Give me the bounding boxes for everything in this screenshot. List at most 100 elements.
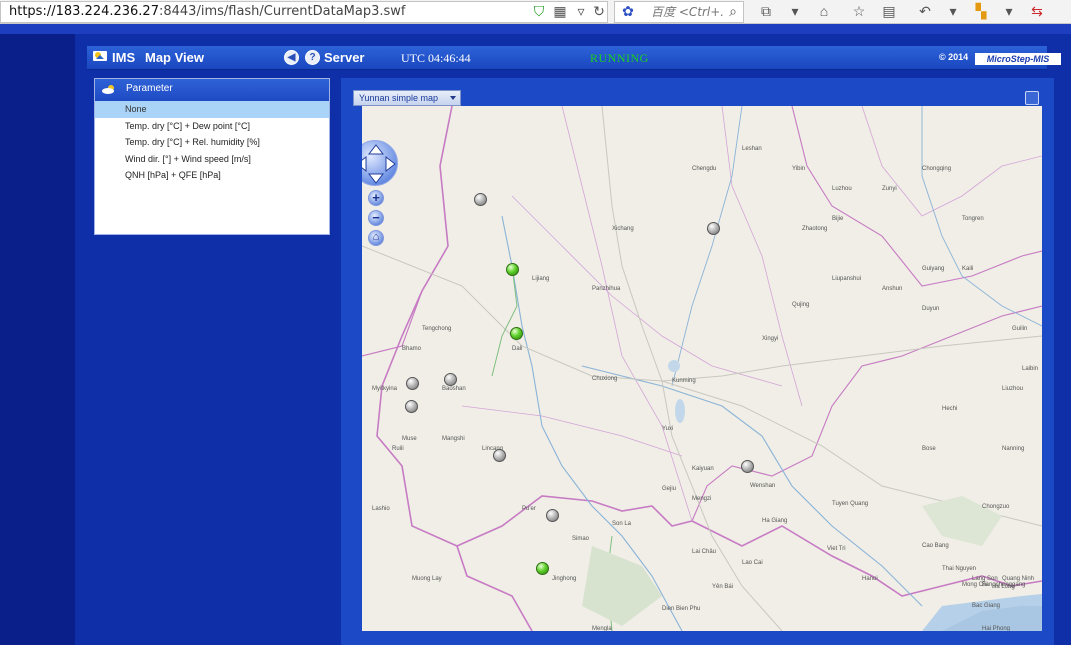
station-marker-grey[interactable] — [444, 373, 457, 386]
map-panel: Yunnan simple map Lai Châu Lao Cai Ha Gi… — [341, 78, 1054, 645]
reload-icon[interactable]: ↻ — [590, 2, 608, 20]
url-path: :8443/ims/flash/CurrentDataMap3.swf — [158, 4, 406, 19]
map-place-label: Nanning — [1002, 446, 1025, 452]
url-bar[interactable]: https://183.224.236.27:8443/ims/flash/Cu… — [0, 1, 608, 23]
browser-content-top — [0, 24, 1071, 34]
map-place-label: Liuzhou — [1002, 386, 1024, 392]
map-place-label: Tongren — [962, 216, 984, 222]
map-place-label: Bose — [922, 446, 936, 452]
map-place-label: Laibin — [1022, 366, 1039, 372]
help-button[interactable]: ? — [305, 50, 320, 65]
map-place-label: Jinghong — [552, 576, 577, 582]
browser-toolbar: https://183.224.236.27:8443/ims/flash/Cu… — [0, 0, 1071, 24]
map-selector[interactable]: Yunnan simple map — [353, 90, 461, 106]
qr-code-icon[interactable]: ▦ — [551, 2, 569, 20]
parameter-option[interactable]: Temp. dry [°C] + Rel. humidity [%] — [95, 134, 329, 151]
map-place-label: Lijiang — [532, 276, 550, 282]
maximize-button[interactable] — [1025, 91, 1039, 105]
back-button[interactable]: ◀ — [284, 50, 299, 65]
map-place-label: Bac Giang — [972, 603, 1001, 609]
map-place-label: Leshan — [742, 146, 762, 152]
station-marker-green[interactable] — [510, 327, 523, 340]
sync-icon[interactable]: ⇆ — [1028, 2, 1046, 20]
parameter-panel: Parameter None Temp. dry [°C] + Dew point… — [94, 78, 330, 235]
station-marker-grey[interactable] — [707, 222, 720, 235]
map-place-label: Tengchong — [422, 326, 452, 332]
copyright: © 2014 — [939, 52, 969, 62]
map-place-label: Hechi — [942, 406, 958, 412]
parameter-option[interactable]: Temp. dry [°C] + Dew point [°C] — [95, 118, 329, 135]
map-place-label: Muong Lay — [412, 576, 442, 582]
parameter-option[interactable]: QNH [hPa] + QFE [hPa] — [95, 167, 329, 184]
station-marker-green[interactable] — [506, 263, 519, 276]
map-place-label: Panzhihua — [592, 286, 621, 292]
reader-icon[interactable]: ▤ — [880, 2, 898, 20]
map-place-label: Baoshan — [442, 386, 466, 392]
station-marker-grey[interactable] — [405, 400, 418, 413]
map-place-label: Hai Phong — [982, 626, 1011, 631]
map-place-label: Kaili — [962, 266, 974, 272]
station-marker-grey[interactable] — [493, 449, 506, 462]
map-place-label: Son La — [612, 521, 632, 527]
map-place-label: Xichang — [612, 226, 634, 232]
map-place-label: Muse — [402, 436, 417, 442]
search-placeholder: 百度 <Ctrl+. — [651, 5, 725, 19]
map-place-label: Mengzi — [692, 496, 712, 502]
map-place-label: Dali — [512, 346, 523, 352]
map-place-label: Pu'er — [522, 506, 536, 512]
baidu-paw-icon[interactable]: ✿ — [619, 2, 637, 20]
parameter-option[interactable]: Wind dir. [°] + Wind speed [m/s] — [95, 151, 329, 168]
app-header: IMS Map View ◀ ? Server UTC 04:46:44 RUN… — [87, 46, 1061, 70]
zoom-out-button[interactable]: − — [368, 210, 384, 226]
extension-icon[interactable]: ▚ — [972, 2, 990, 20]
map-place-label: Hanoi — [862, 576, 878, 582]
screenshot-icon[interactable]: ⧉ — [757, 2, 775, 20]
map-place-label: Fangchenggang — [982, 582, 1026, 588]
menu-arrow-icon-3[interactable]: ▾ — [1000, 2, 1018, 20]
station-marker-grey[interactable] — [474, 193, 487, 206]
map-place-label: Zhaotong — [802, 226, 828, 232]
map-place-label: Chuxiong — [592, 376, 618, 382]
station-marker-grey[interactable] — [406, 377, 419, 390]
dropdown-arrow-icon[interactable]: ▿ — [572, 2, 590, 20]
map-place-label: Kaiyuan — [692, 466, 714, 472]
app-name: IMS — [112, 50, 136, 65]
map-place-label: Kunming — [672, 378, 696, 384]
map-place-label: Xingyi — [762, 336, 779, 342]
ims-app: IMS Map View ◀ ? Server UTC 04:46:44 RUN… — [75, 34, 1071, 645]
map-place-label: Gejiu — [662, 486, 677, 492]
map-place-label: Lai Châu — [692, 549, 717, 555]
chevron-down-icon — [450, 96, 456, 100]
station-marker-green[interactable] — [536, 562, 549, 575]
app-logo-icon — [93, 50, 107, 65]
home-icon[interactable]: ⌂ — [815, 2, 833, 20]
shield-icon[interactable]: ⛉ — [530, 2, 548, 20]
server-label[interactable]: Server — [324, 50, 364, 65]
station-marker-grey[interactable] — [741, 460, 754, 473]
microstep-logo: MicroStep-MIS — [975, 53, 1061, 65]
pan-control[interactable] — [362, 140, 398, 186]
undo-icon[interactable]: ↶ — [916, 2, 934, 20]
utc-clock: UTC 04:46:44 — [401, 51, 471, 65]
map-place-label: Luzhou — [832, 186, 852, 192]
map-place-label: Viet Tri — [827, 546, 846, 552]
map-place-label: Simao — [572, 536, 590, 542]
map-place-label: Duyun — [922, 306, 940, 312]
station-marker-grey[interactable] — [546, 509, 559, 522]
parameter-list: None Temp. dry [°C] + Dew point [°C] Temp.… — [95, 101, 329, 184]
home-view-button[interactable]: ⌂ — [368, 230, 384, 246]
view-title: Map View — [145, 50, 205, 65]
star-icon[interactable]: ☆ — [850, 2, 868, 20]
menu-arrow-icon-2[interactable]: ▾ — [944, 2, 962, 20]
map-place-label: Lashio — [372, 506, 390, 512]
map-place-label: Mangshi — [442, 436, 465, 442]
parameter-option[interactable]: None — [95, 101, 329, 118]
map-place-label: Chongzuo — [982, 504, 1010, 510]
zoom-in-button[interactable]: + — [368, 190, 384, 206]
search-icon[interactable]: ⌕ — [724, 2, 742, 20]
map-place-label: Qujing — [792, 302, 810, 308]
menu-arrow-icon[interactable]: ▾ — [786, 2, 804, 20]
map-place-label: Yibin — [792, 166, 806, 172]
map-place-label: Myitkyina — [372, 386, 398, 392]
map-canvas[interactable]: Lai Châu Lao Cai Ha Giang Cao Bang Yên Bái La… — [362, 106, 1042, 631]
